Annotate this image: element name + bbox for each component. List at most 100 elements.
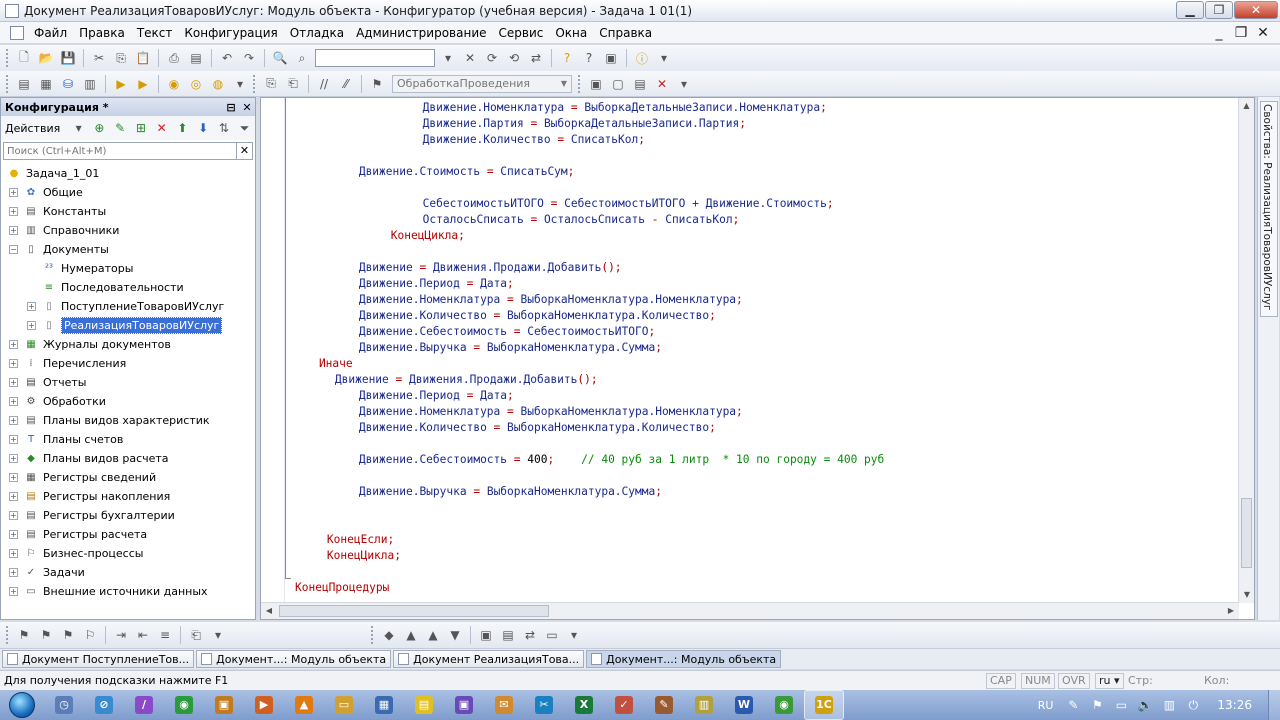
info-icon[interactable]: ⓘ xyxy=(634,50,650,66)
bookmark-flag-icon[interactable]: ⚑ xyxy=(16,627,32,643)
toolbar-dropdown-icon[interactable]: ▾ xyxy=(232,76,248,92)
taskbar-app[interactable]: ▶ xyxy=(244,690,284,720)
hscrollbar-thumb[interactable] xyxy=(279,605,549,617)
taskbar-app[interactable]: ▭ xyxy=(324,690,364,720)
taskbar-app[interactable]: ▣ xyxy=(204,690,244,720)
tray-flag-icon[interactable]: ⚑ xyxy=(1089,697,1105,713)
config-window-icon[interactable]: ▥ xyxy=(82,76,98,92)
pin-icon[interactable]: ⊟ xyxy=(223,101,239,114)
clear-icon[interactable]: ✕ xyxy=(237,142,253,160)
db-config-icon[interactable]: ▦ xyxy=(38,76,54,92)
toolbar-grip[interactable] xyxy=(578,74,581,93)
sort-icon[interactable]: ⇅ xyxy=(216,120,231,136)
expand-icon[interactable]: + xyxy=(9,549,18,558)
menu-debug[interactable]: Отладка xyxy=(290,26,344,40)
debug-step-out-icon[interactable]: ◍ xyxy=(210,76,226,92)
tree-item[interactable]: + T Планы счетов xyxy=(9,430,123,449)
module-structure-icon[interactable]: ⎘ xyxy=(263,76,279,92)
undo-icon[interactable]: ↶ xyxy=(219,50,235,66)
taskbar-app[interactable]: ✂ xyxy=(524,690,564,720)
update-db-icon[interactable]: ⛁ xyxy=(60,76,76,92)
indent-icon[interactable]: ⇥ xyxy=(113,627,129,643)
taskbar-app[interactable]: ∕ xyxy=(124,690,164,720)
power-icon[interactable]: ⏻ xyxy=(1185,697,1201,713)
expand-icon[interactable]: + xyxy=(9,188,18,197)
minimize-button[interactable]: ▁ xyxy=(1176,1,1204,19)
toolbar-grip[interactable] xyxy=(6,626,9,644)
code-area[interactable]: Движение.Номенклатура = ВыборкаДетальные… xyxy=(261,98,1239,603)
add-icon[interactable]: ⊕ xyxy=(92,120,107,136)
breakpoints-list-icon[interactable]: ▤ xyxy=(632,76,648,92)
search-dropdown-icon[interactable]: ▾ xyxy=(440,50,456,66)
filter-icon[interactable]: ⏷ xyxy=(237,120,252,136)
toolbar-grip[interactable] xyxy=(6,74,9,93)
scroll-down-icon[interactable]: ▼ xyxy=(1239,587,1255,603)
expand-icon[interactable]: + xyxy=(9,378,18,387)
expand-icon[interactable]: + xyxy=(9,454,18,463)
actions-dropdown-icon[interactable]: ▾ xyxy=(71,120,86,136)
print-preview-icon[interactable]: ▤ xyxy=(188,50,204,66)
outdent-icon[interactable]: ⇤ xyxy=(135,627,151,643)
expand-icon[interactable]: + xyxy=(9,473,18,482)
maximize-button[interactable]: ❐ xyxy=(1205,1,1233,19)
language-indicator[interactable]: ru ▾ xyxy=(1095,673,1124,689)
taskbar-app[interactable]: ◷ xyxy=(44,690,84,720)
tree-item[interactable]: ≡ Последовательности xyxy=(27,278,184,297)
bookmark-clear-icon[interactable]: ⚐ xyxy=(82,627,98,643)
expand-icon[interactable]: + xyxy=(9,416,18,425)
tree-item[interactable]: ● Задача_1_01 xyxy=(7,164,100,183)
module-editor[interactable]: Движение.Номенклатура = ВыборкаДетальные… xyxy=(260,97,1255,620)
tree-item[interactable]: + ▦ Журналы документов xyxy=(9,335,171,354)
window-tab[interactable]: Документ...: Модуль объекта xyxy=(586,650,782,668)
copy-icon[interactable]: ⎘ xyxy=(113,50,129,66)
expand-icon[interactable]: + xyxy=(9,207,18,216)
show-desktop-button[interactable] xyxy=(1268,690,1280,720)
toolbar-dropdown-icon[interactable]: ▾ xyxy=(656,50,672,66)
tree-search-input[interactable] xyxy=(3,142,237,160)
taskbar-app[interactable]: W xyxy=(724,690,764,720)
taskbar-app[interactable]: ◉ xyxy=(164,690,204,720)
bookmark-next-icon[interactable]: ⚑ xyxy=(38,627,54,643)
tree-item[interactable]: + ▥ Справочники xyxy=(9,221,119,240)
clear-search-icon[interactable]: ✕ xyxy=(462,50,478,66)
tree-item[interactable]: + ▯ РеализацияТоваровИУслуг xyxy=(27,316,223,335)
actions-menu[interactable]: Действия xyxy=(5,122,60,135)
horizontal-scrollbar[interactable]: ◀ ▶ xyxy=(261,602,1239,619)
collapse-all-icon[interactable]: ▲ xyxy=(425,627,441,643)
expand-icon[interactable]: + xyxy=(9,511,18,520)
expand-icon[interactable]: + xyxy=(9,226,18,235)
window-tab[interactable]: Документ РеализацияТова... xyxy=(393,650,585,668)
open-config-icon[interactable]: ▤ xyxy=(16,76,32,92)
start-debugging-icon[interactable]: ▶ xyxy=(113,76,129,92)
vertical-scrollbar[interactable]: ▲ ▼ xyxy=(1238,98,1254,603)
mdi-close-button[interactable]: ✕ xyxy=(1252,24,1274,42)
expand-icon[interactable]: + xyxy=(9,359,18,368)
expand-all-icon[interactable]: ▼ xyxy=(447,627,463,643)
toolbar-grip[interactable] xyxy=(6,49,9,67)
scroll-left-icon[interactable]: ◀ xyxy=(261,603,277,619)
expand-icon[interactable]: + xyxy=(27,302,36,311)
syntax-assistant-icon[interactable]: ▣ xyxy=(603,50,619,66)
find-next-icon[interactable]: ⟳ xyxy=(484,50,500,66)
template-icon[interactable]: ⎗ xyxy=(188,627,204,643)
taskbar-app[interactable]: ✉ xyxy=(484,690,524,720)
tray-pen-icon[interactable]: ✎ xyxy=(1065,697,1081,713)
paste-icon[interactable]: 📋 xyxy=(135,50,151,66)
scrollbar-thumb[interactable] xyxy=(1241,498,1252,568)
expand-icon[interactable]: + xyxy=(9,587,18,596)
chevron-down-icon[interactable]: ▼ xyxy=(557,79,571,88)
tree-item[interactable]: + ▤ Планы видов характеристик xyxy=(9,411,210,430)
copy-object-icon[interactable]: ⊞ xyxy=(133,120,148,136)
print-icon[interactable]: ⎙ xyxy=(166,50,182,66)
tree-item[interactable]: ²³ Нумераторы xyxy=(27,259,133,278)
redo-icon[interactable]: ↷ xyxy=(241,50,257,66)
expand-icon[interactable]: ▲ xyxy=(403,627,419,643)
debug-step-icon[interactable]: ◉ xyxy=(166,76,182,92)
open-file-icon[interactable]: 📂 xyxy=(38,50,54,66)
toolbar-dropdown-icon[interactable]: ▾ xyxy=(566,627,582,643)
cut-icon[interactable]: ✂ xyxy=(91,50,107,66)
help-icon[interactable]: ? xyxy=(559,50,575,66)
group-icon[interactable]: ▣ xyxy=(478,627,494,643)
tree-item[interactable]: + ▭ Внешние источники данных xyxy=(9,582,208,601)
collapse-icon[interactable]: − xyxy=(9,245,18,254)
